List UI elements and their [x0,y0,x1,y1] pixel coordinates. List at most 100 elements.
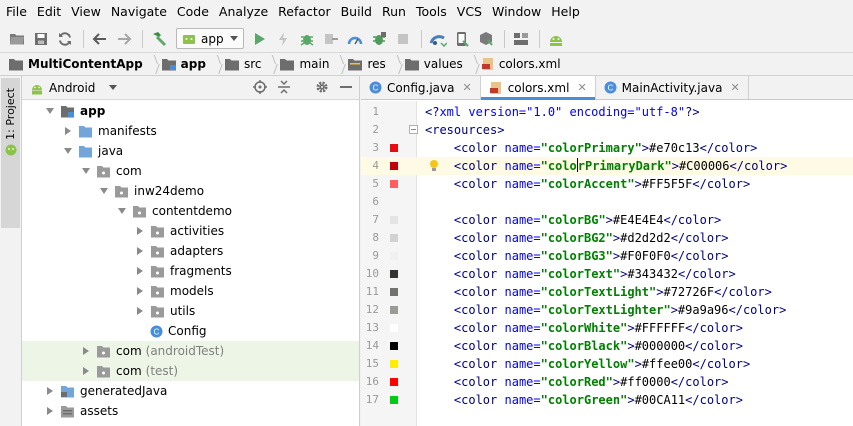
breadcrumb-main[interactable]: main [279,53,333,75]
menu-window[interactable]: Window [487,0,546,24]
save-icon[interactable] [30,28,52,50]
collapse-arrow-icon[interactable] [80,345,92,357]
run-configuration-selector[interactable]: app [176,28,244,49]
menu-navigate[interactable]: Navigate [106,0,172,24]
tree-item-com[interactable]: com [22,161,359,181]
tree-item-java[interactable]: java [22,141,359,161]
close-icon[interactable]: ✕ [577,81,586,94]
tab-mainactivity-java[interactable]: C MainActivity.java ✕ [596,76,749,99]
breadcrumb-project[interactable]: MultiContentApp [8,53,147,75]
menu-edit[interactable]: Edit [32,0,66,24]
color-swatch-icon[interactable] [390,360,398,368]
breadcrumb-values[interactable]: values [404,53,467,75]
menu-help[interactable]: Help [546,0,585,24]
color-swatch-icon[interactable] [390,396,398,404]
collapse-all-icon[interactable] [277,79,291,97]
tree-item-com-androidtest[interactable]: com (androidTest) [22,341,359,361]
attach-debug-bug-icon[interactable] [368,28,390,50]
collapse-arrow-icon[interactable] [62,125,74,137]
breadcrumb-colors-xml[interactable]: colors.xml [481,53,565,75]
collapse-arrow-icon[interactable] [134,285,146,297]
expand-arrow-icon[interactable] [80,165,92,177]
tree-item-contentdemo[interactable]: contentdemo [22,201,359,221]
attach-debugger-icon[interactable] [320,28,342,50]
color-swatch-icon[interactable] [390,342,398,350]
collapse-arrow-icon[interactable] [80,365,92,377]
xml-attr-name: name= [504,231,541,245]
profiler-gauge-icon[interactable] [344,28,366,50]
open-folder-icon[interactable] [6,28,28,50]
tree-item-inw24demo[interactable]: inw24demo [22,181,359,201]
hide-panel-icon[interactable] [339,81,353,95]
expand-arrow-icon[interactable] [62,145,74,157]
collapse-arrow-icon[interactable] [134,265,146,277]
color-swatch-icon[interactable] [390,180,398,188]
tree-item-adapters[interactable]: adapters [22,241,359,261]
tree-item-generatedjava[interactable]: generatedJava [22,381,359,401]
run-play-icon[interactable] [248,28,270,50]
color-swatch-icon[interactable] [390,162,398,170]
collapse-arrow-icon[interactable] [134,225,146,237]
color-swatch-icon[interactable] [390,306,398,314]
collapse-arrow-icon[interactable] [44,385,56,397]
tree-item-activities[interactable]: activities [22,221,359,241]
color-swatch-icon[interactable] [390,252,398,260]
make-project-hammer-icon[interactable] [148,28,170,50]
android-assistant-icon[interactable] [545,28,567,50]
forward-arrow-icon[interactable] [113,28,135,50]
menu-file[interactable]: File [0,0,32,24]
tree-item-assets[interactable]: assets [22,401,359,421]
color-swatch-icon[interactable] [390,378,398,386]
back-arrow-icon[interactable] [89,28,111,50]
menu-view[interactable]: View [66,0,106,24]
color-swatch-icon[interactable] [390,234,398,242]
gradle-sync-icon[interactable] [427,28,449,50]
chevron-down-icon[interactable] [109,85,118,90]
breadcrumb-src[interactable]: src [224,53,266,75]
menu-refactor[interactable]: Refactor [273,0,335,24]
tree-item-config[interactable]: C Config [22,321,359,341]
tree-item-manifests[interactable]: manifests [22,121,359,141]
expand-arrow-icon[interactable] [116,205,128,217]
intention-bulb-icon[interactable] [429,159,439,172]
close-icon[interactable]: ✕ [730,81,739,94]
collapse-arrow-icon[interactable] [44,405,56,417]
debug-bug-icon[interactable] [296,28,318,50]
sync-icon[interactable] [54,28,76,50]
menu-analyze[interactable]: Analyze [214,0,273,24]
expand-arrow-icon[interactable] [98,185,110,197]
project-tool-window-tab[interactable]: 1: Project [1,78,20,228]
avd-manager-icon[interactable] [451,28,473,50]
tree-item-app[interactable]: app [22,101,359,121]
project-structure-icon[interactable] [510,28,532,50]
color-swatch-icon[interactable] [390,288,398,296]
menu-tools[interactable]: Tools [411,0,452,24]
tree-item-utils[interactable]: utils [22,301,359,321]
close-icon[interactable]: ✕ [462,81,471,94]
menu-vcs[interactable]: VCS [452,0,487,24]
breadcrumb-res[interactable]: res [347,53,389,75]
color-swatch-icon[interactable] [390,324,398,332]
tree-item-models[interactable]: models [22,281,359,301]
code-editor[interactable]: <?xml version="1.0" encoding="utf-8"?> <r… [417,101,853,426]
breadcrumb-app[interactable]: app [161,53,210,75]
project-view-selector[interactable]: Android [49,81,95,95]
sdk-manager-icon[interactable] [475,28,497,50]
color-swatch-icon[interactable] [390,144,398,152]
collapse-arrow-icon[interactable] [134,305,146,317]
collapse-arrow-icon[interactable] [134,245,146,257]
apply-changes-icon[interactable] [272,28,294,50]
color-swatch-icon[interactable] [390,270,398,278]
tree-item-fragments[interactable]: fragments [22,261,359,281]
tab-config-java[interactable]: C Config.java ✕ [361,76,481,99]
expand-arrow-icon[interactable] [44,105,56,117]
tree-item-com-test[interactable]: com (test) [22,361,359,381]
tab-colors-xml[interactable]: colors.xml ✕ [480,76,596,100]
scroll-from-source-icon[interactable] [253,79,267,97]
menu-run[interactable]: Run [377,0,411,24]
stop-icon[interactable] [392,28,414,50]
menu-code[interactable]: Code [172,0,214,24]
menu-build[interactable]: Build [336,0,377,24]
color-swatch-icon[interactable] [390,216,398,224]
gear-icon[interactable] [315,80,329,97]
